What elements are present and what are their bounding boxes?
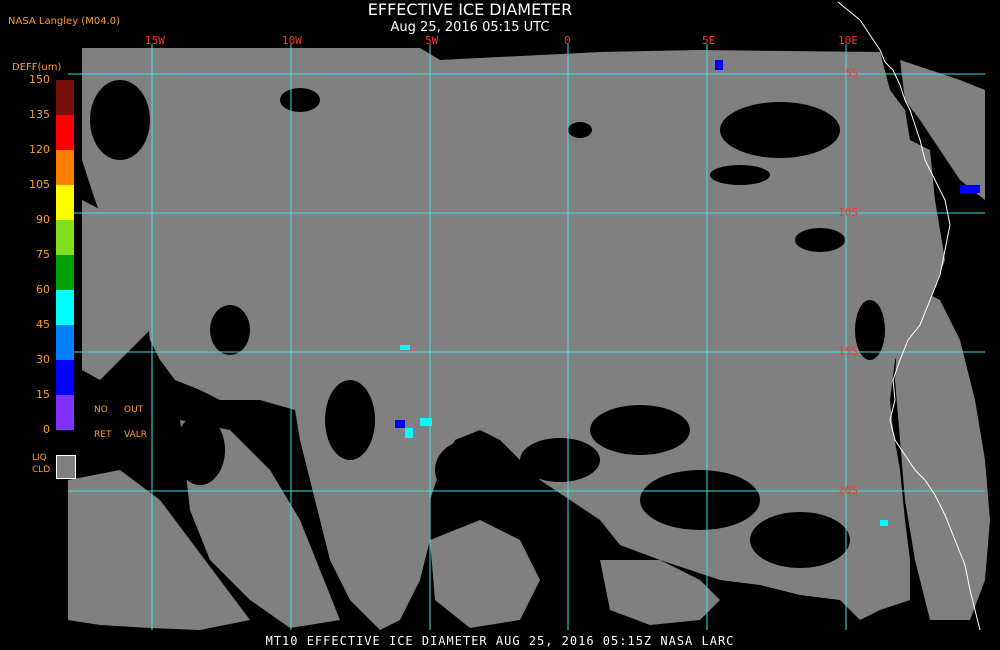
colorbar-tick: 15	[36, 388, 50, 401]
colorbar-tick: 105	[29, 178, 50, 191]
colorbar-swatch	[56, 115, 74, 150]
liquid-cloud-swatch	[56, 455, 76, 479]
longitude-label: 10E	[838, 34, 858, 47]
producer-label: NASA Langley (M04.0)	[8, 16, 120, 27]
colorbar-swatch	[56, 150, 74, 185]
longitude-label: 5E	[702, 34, 716, 47]
colorbar-tick: 45	[36, 318, 50, 331]
latitude-label: 15S	[838, 345, 858, 358]
colorbar-tick: 0	[43, 423, 50, 436]
colorbar-tick: 30	[36, 353, 50, 366]
footer-caption: MT10 EFFECTIVE ICE DIAMETER AUG 25, 2016…	[265, 634, 735, 648]
no-retrieval-label-top: NO	[94, 405, 108, 415]
colorbar-tick: 150	[29, 73, 50, 86]
colorbar-swatch	[56, 290, 74, 325]
latitude-label: 20S	[838, 484, 858, 497]
no-retrieval-label-bottom: RET	[94, 430, 112, 440]
colorbar-tick: 60	[36, 283, 50, 296]
colorbar-swatch	[56, 395, 74, 430]
colorbar-tick: 90	[36, 213, 50, 226]
colorbar-swatch	[56, 80, 74, 115]
liquid-cloud-label-bottom: CLD	[32, 465, 51, 475]
longitude-label: 15W	[145, 34, 165, 47]
liquid-cloud-label-top: LIQ	[32, 453, 47, 463]
out-of-range-label-top: OUT	[124, 405, 144, 415]
out-of-range-label-bottom: VALR	[124, 430, 148, 440]
longitude-label: 5W	[425, 34, 439, 47]
colorbar-title: DEFF(um)	[12, 62, 62, 73]
map-title: EFFECTIVE ICE DIAMETER	[367, 0, 573, 19]
satellite-map	[0, 0, 1000, 650]
latitude-label: 10S	[838, 206, 858, 219]
colorbar-tick: 135	[29, 108, 50, 121]
longitude-label: 0	[564, 34, 571, 47]
colorbar-tick: 75	[36, 248, 50, 261]
colorbar-swatch	[56, 325, 74, 360]
colorbar-swatch	[56, 185, 74, 220]
longitude-label: 10W	[282, 34, 302, 47]
colorbar-swatch	[56, 360, 74, 395]
latitude-label: 5S	[845, 67, 859, 80]
colorbar-swatch	[56, 220, 74, 255]
map-timestamp: Aug 25, 2016 05:15 UTC	[390, 20, 550, 35]
colorbar-swatch	[56, 255, 74, 290]
colorbar-tick: 120	[29, 143, 50, 156]
